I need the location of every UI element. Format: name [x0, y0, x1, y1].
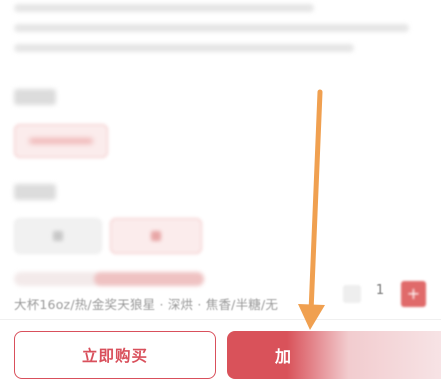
- option-group-title: [14, 89, 56, 105]
- orange-down-arrow-icon: [298, 89, 325, 330]
- add-to-cart-button[interactable]: 加: [227, 331, 441, 379]
- divider: [0, 319, 441, 320]
- buy-now-button[interactable]: 立即购买: [14, 331, 216, 379]
- option-group-title: [14, 184, 56, 200]
- plus-icon: +: [406, 284, 421, 303]
- option-chip-selected[interactable]: [14, 124, 108, 158]
- quantity-value: 1: [375, 283, 385, 298]
- promo-tag: [14, 272, 204, 286]
- option-chip[interactable]: [14, 218, 102, 254]
- option-chip-selected[interactable]: [110, 218, 202, 254]
- minus-icon[interactable]: [343, 285, 361, 303]
- selected-spec-summary: 大杯16oz/热/金奖天狼星 · 深烘 · 焦香/半糖/无: [14, 297, 279, 312]
- buy-now-label: 立即购买: [81, 347, 148, 365]
- plus-button[interactable]: +: [401, 281, 426, 307]
